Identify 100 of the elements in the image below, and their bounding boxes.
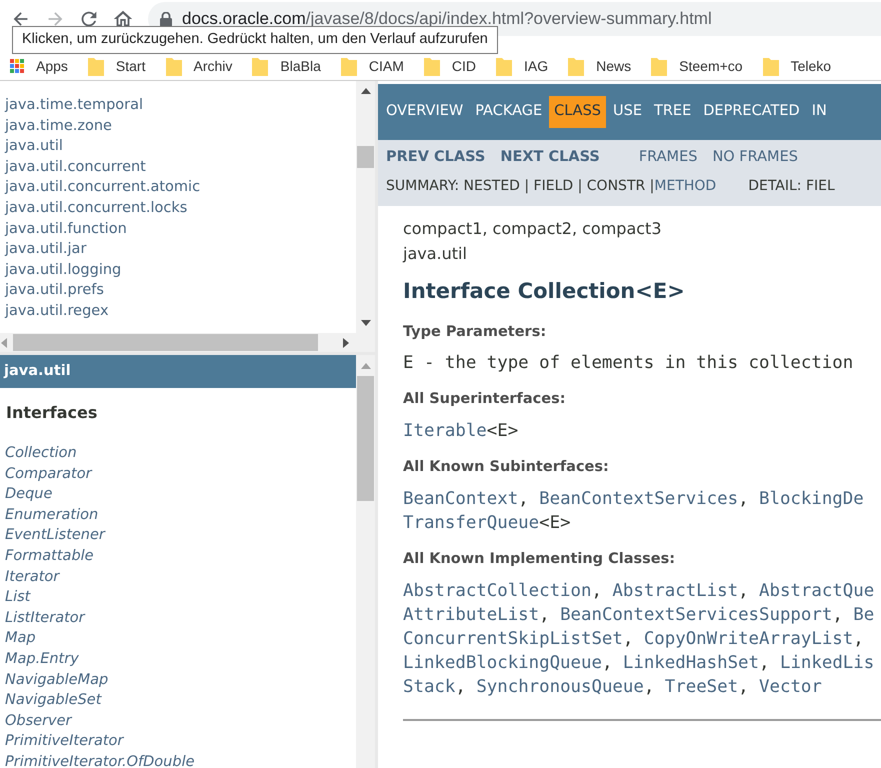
scroll-thumb[interactable]	[357, 146, 374, 168]
detail-label: DETAIL: FIEL	[748, 176, 835, 196]
interface-link[interactable]: PrimitiveIterator.OfDouble	[0, 752, 356, 768]
bookmark[interactable]: IAG	[496, 56, 548, 76]
interface-link[interactable]: PrimitiveIterator	[0, 731, 356, 752]
code-text: ,	[644, 676, 656, 696]
type-link[interactable]: AbstractList	[612, 580, 738, 600]
type-link[interactable]: BeanContextServicesSupport	[560, 604, 832, 624]
type-link[interactable]: AttributeList	[403, 604, 540, 624]
nav-tab[interactable]: TREE	[649, 96, 696, 128]
interface-link[interactable]: Formattable	[0, 546, 356, 567]
interface-link[interactable]: ListIterator	[0, 608, 356, 628]
nav-tab[interactable]: OVERVIEW	[381, 96, 468, 128]
type-link[interactable]: BeanContext	[403, 488, 518, 509]
type-link[interactable]: AbstractQue	[759, 580, 874, 600]
type-link[interactable]: BlockingDe	[759, 488, 864, 509]
interface-link[interactable]: Comparator	[0, 464, 356, 484]
type-link[interactable]: LinkedLis	[780, 652, 874, 672]
type-link[interactable]: Be	[853, 604, 874, 624]
bookmark[interactable]: Steem+co	[651, 56, 743, 76]
bookmark[interactable]: BlaBla	[252, 56, 321, 76]
package-link[interactable]: java.time.zone	[5, 116, 356, 136]
bookmark[interactable]: Apps	[10, 56, 68, 76]
interface-link[interactable]: Iterator	[0, 566, 356, 588]
type-link[interactable]: Vector	[759, 676, 822, 696]
scroll-down-icon[interactable]	[360, 320, 370, 326]
package-link[interactable]: java.util	[5, 136, 356, 157]
package-link[interactable]: java.util.logging	[5, 260, 356, 280]
nav-tab[interactable]: PACKAGE	[470, 96, 548, 128]
nav-tab[interactable]: USE	[608, 96, 647, 128]
scrollbar[interactable]	[356, 81, 375, 333]
package-link[interactable]: java.util.regex	[5, 300, 356, 322]
code-text: E - the type of elements in this collection	[403, 353, 854, 374]
type-link[interactable]: LinkedHashSet	[622, 652, 760, 672]
nav-tab[interactable]: IN	[806, 96, 832, 128]
type-link[interactable]: SynchronousQueue	[476, 676, 644, 696]
scrollbar[interactable]	[0, 333, 375, 352]
apps-icon	[10, 59, 24, 73]
interface-link[interactable]: Deque	[0, 484, 356, 505]
nav-tab[interactable]: DEPRECATED	[698, 96, 805, 128]
nav-link[interactable]: PREV CLASS	[386, 147, 486, 169]
type-link[interactable]: BeanContextServices	[539, 488, 738, 509]
code-text: ,	[738, 580, 750, 600]
nav-link[interactable]: FRAMES	[638, 147, 698, 169]
section-heading: All Known Implementing Classes:	[403, 550, 676, 569]
section-heading: All Superinterfaces:	[403, 390, 567, 410]
type-link[interactable]: AbstractCollection	[403, 580, 592, 600]
type-link[interactable]: TreeSet	[664, 676, 738, 696]
code-text: ,	[622, 628, 634, 648]
interface-link[interactable]: NavigableSet	[0, 690, 356, 711]
type-link[interactable]: CopyOnWriteArrayList	[644, 628, 854, 648]
type-link[interactable]: Stack	[403, 676, 456, 696]
interface-link[interactable]: Enumeration	[0, 504, 356, 526]
code-text: ,	[832, 604, 844, 624]
interface-link[interactable]: NavigableMap	[0, 670, 356, 690]
folder-icon	[568, 56, 584, 76]
interface-link[interactable]: EventListener	[0, 525, 356, 546]
package-link[interactable]: java.util.concurrent	[5, 156, 356, 178]
scroll-thumb[interactable]	[357, 376, 374, 501]
type-link[interactable]: LinkedBlockingQueue	[403, 652, 602, 672]
section-heading: All Known Subinterfaces:	[403, 458, 610, 477]
scroll-thumb[interactable]	[13, 334, 318, 351]
nav-link[interactable]: NEXT CLASS	[500, 147, 600, 169]
package-link[interactable]: java.util.prefs	[5, 280, 356, 301]
scroll-left-icon[interactable]	[1, 338, 7, 348]
nav-link[interactable]: NO FRAMES	[712, 147, 798, 169]
package-name: java.util	[403, 243, 468, 265]
interface-link[interactable]: List	[0, 587, 356, 608]
tooltip: Klicken, um zurückzugehen. Gedrückt halten, um den Verlauf aufzurufen	[12, 26, 498, 54]
summary-link[interactable]: METHOD	[654, 176, 716, 196]
interface-link[interactable]: Map	[0, 628, 356, 649]
bookmark[interactable]: CID	[424, 56, 476, 76]
code-text: ,	[602, 652, 614, 672]
bookmark[interactable]: CIAM	[340, 56, 404, 76]
code-text: ,	[539, 604, 551, 624]
folder-icon	[496, 56, 512, 76]
package-link[interactable]: java.util.concurrent.locks	[5, 198, 356, 219]
scroll-right-icon[interactable]	[343, 338, 349, 348]
bookmark[interactable]: Archiv	[166, 56, 232, 76]
code-text: ,	[738, 676, 750, 696]
package-link[interactable]: java.time.temporal	[5, 95, 356, 116]
scroll-up-icon[interactable]	[360, 88, 370, 94]
interface-link[interactable]: Map.Entry	[0, 648, 356, 670]
folder-icon	[424, 56, 440, 76]
code-text: <E>	[486, 421, 518, 441]
scrollbar[interactable]	[356, 355, 375, 768]
type-link[interactable]: ConcurrentSkipListSet	[403, 628, 623, 648]
type-link[interactable]: TransferQueue	[403, 512, 540, 533]
bookmark[interactable]: News	[568, 56, 632, 76]
type-link[interactable]: Iterable	[403, 421, 487, 441]
interface-link[interactable]: Collection	[0, 443, 356, 464]
class-title: Interface Collection<E>	[403, 278, 686, 305]
nav-tab[interactable]: CLASS	[549, 96, 606, 128]
bookmark[interactable]: Start	[88, 56, 146, 76]
interface-link[interactable]: Observer	[0, 710, 356, 732]
package-link[interactable]: java.util.jar	[5, 239, 356, 260]
package-link[interactable]: java.util.concurrent.atomic	[5, 177, 356, 198]
frame-title: java.util	[0, 355, 356, 388]
package-link[interactable]: java.util.function	[5, 218, 356, 240]
bookmark[interactable]: Teleko	[762, 56, 832, 76]
